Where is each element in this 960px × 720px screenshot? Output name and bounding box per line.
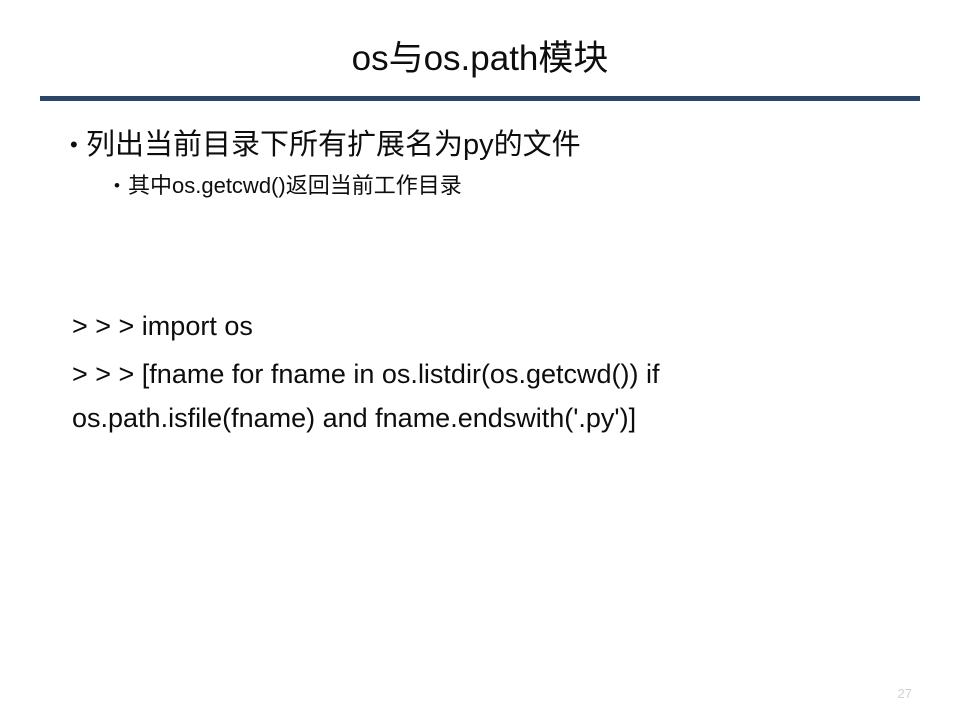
slide-number: 27 [897, 686, 912, 701]
bullet-marker-icon: • [70, 132, 78, 157]
page-title: os与os.path模块 [351, 39, 609, 78]
slide: os与os.path模块 • 列出当前目录下所有扩展名为py的文件 • 其中os.g… [0, 0, 960, 720]
bullet-level1-text: 列出当前目录下所有扩展名为py的文件 [86, 129, 581, 161]
bullet-marker-icon: • [114, 176, 120, 195]
title-divider-rule [40, 96, 920, 101]
bullet-level2-text: 其中os.getcwd()返回当前工作目录 [128, 173, 462, 198]
bullet-level2: • 其中os.getcwd()返回当前工作目录 [60, 170, 910, 202]
code-line-listcomp: > > > [fname for fname in os.listdir(os.… [72, 359, 660, 433]
bullet-level1: • 列出当前目录下所有扩展名为py的文件 [60, 126, 910, 164]
slide-body: • 列出当前目录下所有扩展名为py的文件 • 其中os.getcwd()返回当前工作… [60, 126, 910, 202]
code-block: > > > import os > > > [fname for fname i… [72, 300, 862, 440]
code-line-import: > > > import os [72, 311, 253, 341]
